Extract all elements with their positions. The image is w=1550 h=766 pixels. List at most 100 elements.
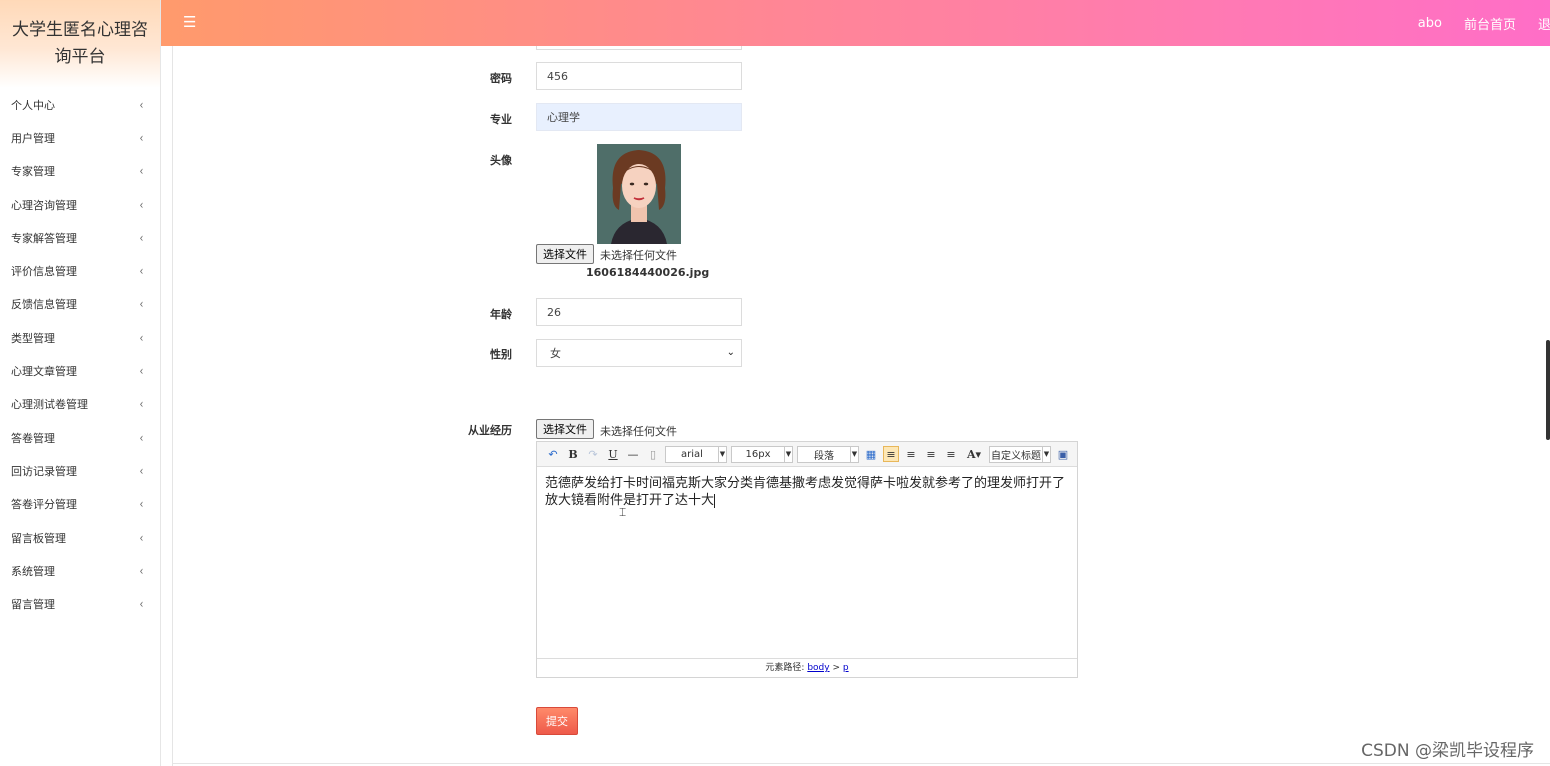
- sidebar-item[interactable]: 心理咨询管理 ‹: [0, 188, 160, 221]
- chevron-left-icon: ‹: [139, 97, 144, 112]
- horizontal-rule-icon[interactable]: —: [625, 446, 641, 462]
- chevron-down-icon: ▼: [784, 446, 792, 462]
- sidebar-item[interactable]: 答卷管理 ‹: [0, 421, 160, 454]
- avatar-choose-file-button[interactable]: 选择文件: [536, 244, 594, 264]
- avatar-no-file-text: 未选择任何文件: [600, 249, 677, 262]
- chevron-left-icon: ‹: [139, 297, 144, 312]
- sidebar-item[interactable]: 评价信息管理 ‹: [0, 254, 160, 287]
- custom-title-select[interactable]: 自定义标题 ▼: [989, 445, 1051, 463]
- submit-button[interactable]: 提交: [536, 707, 578, 735]
- sidebar-item[interactable]: 心理文章管理 ‹: [0, 354, 160, 387]
- sidebar-item[interactable]: 系统管理 ‹: [0, 554, 160, 587]
- sidebar: 大学生匿名心理咨询平台 个人中心 ‹ 用户管理 ‹ 专家管理 ‹ 心理咨询管理 ‹ 专家解答管理…: [0, 0, 161, 766]
- chevron-left-icon: ‹: [139, 164, 144, 179]
- editor-content-area[interactable]: 范德萨发给打卡时间福克斯大家分类肯德基撒考虑发觉得萨卡啦发就参考了的理发师打开了…: [537, 468, 1077, 658]
- bold-icon[interactable]: B: [565, 446, 581, 462]
- sidebar-item-label: 答卷管理: [11, 431, 55, 445]
- exit-link[interactable]: 退出: [1538, 14, 1550, 33]
- sidebar-item-label: 心理文章管理: [11, 365, 77, 379]
- sidebar-item[interactable]: 心理测试卷管理 ‹: [0, 388, 160, 421]
- age-label: 年龄: [490, 308, 512, 321]
- watermark: CSDN @梁凯毕设程序: [1361, 741, 1534, 761]
- chevron-left-icon: ‹: [139, 530, 144, 545]
- sidebar-item-label: 专家管理: [11, 165, 55, 179]
- sidebar-item-label: 留言板管理: [11, 531, 66, 545]
- sidebar-item[interactable]: 专家管理 ‹: [0, 155, 160, 188]
- path-p-link[interactable]: p: [843, 663, 849, 673]
- align-left-icon[interactable]: ≡: [883, 446, 899, 462]
- chevron-left-icon: ‹: [139, 463, 144, 478]
- page-icon[interactable]: ▯: [645, 446, 661, 462]
- editor-toolbar: ↶ B ↷ U — ▯ arial ▼ 16px ▼ 段落 ▼ ▦ ≡ ≡ ≡ …: [537, 442, 1077, 467]
- experience-choose-file-button[interactable]: 选择文件: [536, 419, 594, 439]
- gender-select[interactable]: 女 ⌄: [536, 339, 742, 367]
- custom-title-value: 自定义标题: [991, 450, 1041, 462]
- previous-field-fragment[interactable]: [536, 46, 742, 50]
- text-caret: [714, 493, 716, 508]
- major-label: 专业: [490, 113, 512, 126]
- sidebar-item-label: 评价信息管理: [11, 265, 77, 279]
- preview-icon[interactable]: ▣: [1055, 446, 1071, 462]
- chevron-left-icon: ‹: [139, 264, 144, 279]
- top-links: abo 前台首页 退出: [1418, 0, 1550, 46]
- experience-label: 从业经历: [468, 424, 512, 437]
- gender-selected-value: 女: [550, 347, 561, 360]
- username-link[interactable]: abo: [1418, 16, 1442, 31]
- chevron-down-icon: ▼: [850, 446, 858, 462]
- redo-icon[interactable]: ↷: [585, 446, 601, 462]
- app-title: 大学生匿名心理咨询平台: [12, 20, 148, 67]
- path-body-link[interactable]: body: [807, 663, 829, 673]
- password-field[interactable]: 456: [536, 62, 742, 90]
- sidebar-item-label: 回访记录管理: [11, 464, 77, 478]
- age-field[interactable]: 26: [536, 298, 742, 326]
- experience-content: 范德萨发给打卡时间福克斯大家分类肯德基撒考虑发觉得萨卡啦发就参考了的理发师打开了…: [545, 476, 1066, 508]
- sidebar-item-label: 个人中心: [11, 98, 55, 112]
- chevron-left-icon: ‹: [139, 197, 144, 212]
- sidebar-item[interactable]: 用户管理 ‹: [0, 121, 160, 154]
- avatar-label: 头像: [490, 154, 512, 167]
- font-size-select[interactable]: 16px ▼: [731, 445, 793, 463]
- undo-icon[interactable]: ↶: [545, 446, 561, 462]
- font-family-select[interactable]: arial ▼: [665, 445, 727, 463]
- chevron-left-icon: ‹: [139, 230, 144, 245]
- align-justify-icon[interactable]: ≡: [943, 446, 959, 462]
- sidebar-item[interactable]: 回访记录管理 ‹: [0, 454, 160, 487]
- sidebar-item[interactable]: 反馈信息管理 ‹: [0, 288, 160, 321]
- chevron-left-icon: ‹: [139, 130, 144, 145]
- sidebar-item[interactable]: 专家解答管理 ‹: [0, 221, 160, 254]
- path-separator: >: [832, 663, 840, 673]
- sidebar-item[interactable]: 留言板管理 ‹: [0, 521, 160, 554]
- mouse-ibeam-cursor-icon: ⌶: [619, 505, 627, 519]
- avatar-image: [597, 144, 681, 244]
- password-label: 密码: [490, 72, 512, 85]
- sidebar-item-label: 心理咨询管理: [11, 198, 77, 212]
- content-divider: [172, 46, 173, 766]
- sidebar-item[interactable]: 留言管理 ‹: [0, 587, 160, 620]
- align-right-icon[interactable]: ≡: [903, 446, 919, 462]
- font-color-icon[interactable]: A▾: [963, 446, 985, 462]
- chevron-left-icon: ‹: [139, 364, 144, 379]
- sidebar-item-label: 系统管理: [11, 564, 55, 578]
- table-icon[interactable]: ▦: [863, 446, 879, 462]
- sidebar-item-label: 留言管理: [11, 598, 55, 612]
- sidebar-item[interactable]: 类型管理 ‹: [0, 321, 160, 354]
- chevron-left-icon: ‹: [139, 597, 144, 612]
- scrollbar-thumb[interactable]: [1546, 340, 1550, 440]
- major-field[interactable]: 心理学: [536, 103, 742, 131]
- sidebar-item-label: 答卷评分管理: [11, 498, 77, 512]
- portrait-image: [597, 144, 681, 244]
- sidebar-item[interactable]: 个人中心 ‹: [0, 88, 160, 121]
- gender-label: 性别: [490, 348, 512, 361]
- home-link[interactable]: 前台首页: [1464, 14, 1516, 33]
- brand: 大学生匿名心理咨询平台: [0, 0, 160, 88]
- align-center-icon[interactable]: ≡: [923, 446, 939, 462]
- underline-icon[interactable]: U: [605, 446, 621, 462]
- sidebar-item[interactable]: 答卷评分管理 ‹: [0, 488, 160, 521]
- chevron-left-icon: ‹: [139, 397, 144, 412]
- sidebar-item-label: 用户管理: [11, 131, 55, 145]
- menu-toggle-icon[interactable]: ☰: [183, 13, 196, 31]
- sidebar-item-label: 心理测试卷管理: [11, 398, 88, 412]
- top-header: ☰ abo 前台首页 退出: [161, 0, 1550, 46]
- paragraph-select[interactable]: 段落 ▼: [797, 445, 859, 463]
- font-size-value: 16px: [745, 448, 771, 460]
